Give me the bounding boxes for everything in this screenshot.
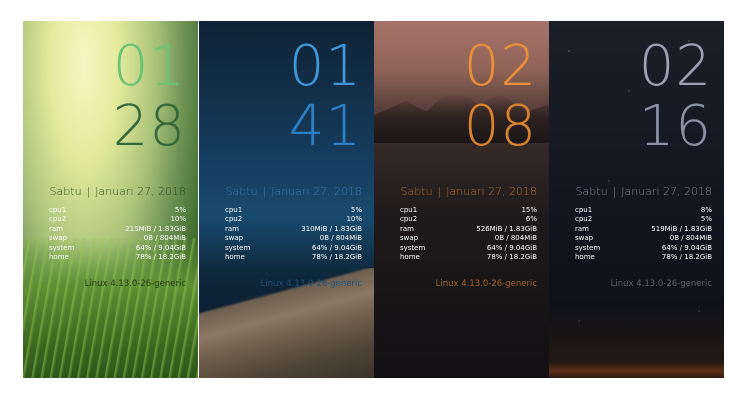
date-line: Sabtu | Januari 27, 2018 [575,185,712,198]
stat-row-home: home 78% / 18.2GiB [400,253,537,262]
desktop-screenshot-4: 02 16 Sabtu | Januari 27, 2018 cpu1 8% cpu2… [549,21,724,378]
stat-row-cpu1: cpu1 5% [49,206,186,214]
stat-row-home: home 78% / 18.2GiB [575,253,712,262]
date-label: Januari 27, 2018 [621,185,712,198]
kernel-version: Linux 4.13.0-26-generic [260,279,362,289]
stat-row-cpu2: cpu2 10% [225,215,362,224]
stat-row-swap: swap 0B / 804MiB [225,234,362,243]
stat-row-system: system 64% / 9.04GiB [225,243,362,252]
date-line: Sabtu | Januari 27, 2018 [225,185,362,198]
clock-hour: 01 [288,34,362,99]
stat-row-cpu2: cpu2 10% [49,215,186,224]
clock-minute: 16 [638,94,712,159]
clock-hour: 02 [463,34,537,99]
stat-row-swap: swap 0B / 804MiB [49,234,186,243]
date-label: Januari 27, 2018 [446,185,537,198]
system-stats: cpu1 8% cpu2 5% ram 519MiB / 1.83GiB swap 0B… [575,206,712,262]
system-stats: cpu1 15% cpu2 6% ram 526MiB / 1.83GiB swap 0… [400,206,537,262]
stat-row-ram: ram 310MiB / 1.83GiB [225,224,362,233]
clock-hour: 01 [112,34,186,99]
kernel-version: Linux 4.13.0-26-generic [435,279,537,289]
stat-row-ram: ram 526MiB / 1.83GiB [400,224,537,233]
horizon-glow [549,362,724,378]
stat-row-cpu1: cpu1 15% [400,206,537,214]
clock-minute: 08 [463,94,537,159]
date-line: Sabtu | Januari 27, 2018 [400,185,537,198]
day-label: Sabtu [49,185,82,198]
date-label: Januari 27, 2018 [95,185,186,198]
system-stats: cpu1 5% cpu2 10% ram 310MiB / 1.83GiB swap 0… [225,206,362,262]
stat-row-cpu1: cpu1 5% [225,206,362,214]
desktop-screenshot-3: 02 08 Sabtu | Januari 27, 2018 cpu1 15% cpu… [374,21,549,378]
day-label: Sabtu [575,185,608,198]
stat-row-ram: ram 215MiB / 1.83GiB [49,224,186,233]
clock-minute: 28 [112,94,186,159]
stat-row-home: home 78% / 18.2GiB [225,253,362,262]
system-stats: cpu1 5% cpu2 10% ram 215MiB / 1.83GiB swap 0… [49,206,186,262]
clock-hour: 02 [638,34,712,99]
stat-row-cpu1: cpu1 8% [575,206,712,214]
stat-row-swap: swap 0B / 804MiB [575,234,712,243]
date-line: Sabtu | Januari 27, 2018 [49,185,186,198]
day-label: Sabtu [225,185,258,198]
kernel-version: Linux 4.13.0-26-generic [610,279,712,289]
stat-row-cpu2: cpu2 5% [575,215,712,224]
desktop-screenshot-2: 01 41 Sabtu | Januari 27, 2018 cpu1 5% cpu2… [199,21,374,378]
date-label: Januari 27, 2018 [271,185,362,198]
stat-row-cpu2: cpu2 6% [400,215,537,224]
desktop-screenshot-1: 01 28 Sabtu | Januari 27, 2018 cpu1 5% cpu2… [23,21,198,378]
stat-row-system: system 64% / 9.04GiB [400,243,537,252]
stat-row-system: system 64% / 9.04GiB [575,243,712,252]
clock-minute: 41 [288,94,362,159]
stat-row-home: home 78% / 18.2GiB [49,253,186,262]
kernel-version: Linux 4.13.0-26-generic [84,279,186,289]
stat-row-system: system 64% / 9.04GiB [49,243,186,252]
stat-row-ram: ram 519MiB / 1.83GiB [575,224,712,233]
stat-row-swap: swap 0B / 804MiB [400,234,537,243]
day-label: Sabtu [400,185,433,198]
